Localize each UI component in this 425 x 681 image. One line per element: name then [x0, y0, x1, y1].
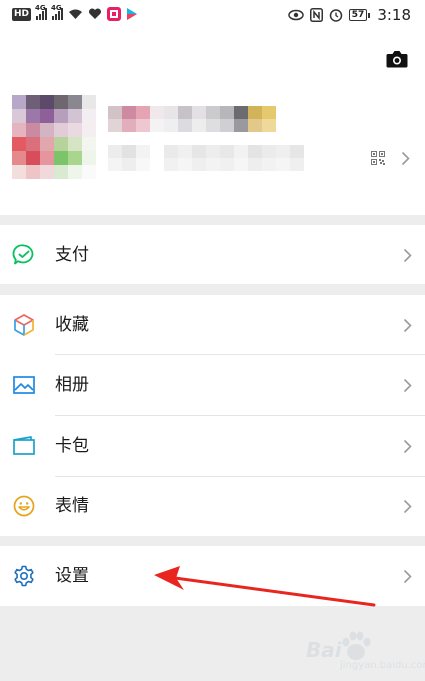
settings-section: 设置: [0, 546, 425, 606]
menu-item-favorites[interactable]: 收藏: [0, 295, 425, 355]
cards-label: 卡包: [55, 436, 89, 456]
signal-icon-2: 4G: [51, 4, 64, 20]
pay-section: 支付: [0, 225, 425, 284]
tools-section: 收藏 相册 卡包 表情: [0, 295, 425, 536]
menu-item-stickers[interactable]: 表情: [0, 476, 425, 536]
network-type-2: 4G: [51, 4, 62, 12]
stickers-label: 表情: [55, 496, 89, 516]
settings-label: 设置: [55, 566, 89, 586]
eye-icon: [288, 9, 304, 21]
menu-item-settings[interactable]: 设置: [0, 546, 425, 606]
app-notification-icon: [107, 7, 122, 21]
menu-item-cards[interactable]: 卡包: [0, 416, 425, 476]
wechat-id-blurred: [108, 145, 304, 158]
camera-icon[interactable]: [386, 50, 408, 68]
chevron-right-icon: [403, 499, 412, 514]
chevron-right-icon: [403, 378, 412, 393]
watermark-sub: jingyan.baidu.com: [340, 660, 425, 671]
chevron-right-icon: [403, 318, 412, 333]
signal-icon: 4G: [35, 4, 48, 20]
watermark-text: Bai: [306, 638, 342, 662]
wechat-id-blurred-row2: [108, 158, 304, 171]
card-wallet-icon: [13, 436, 35, 455]
chevron-right-icon[interactable]: [401, 151, 410, 166]
qr-code-icon[interactable]: [371, 151, 385, 165]
hd-badge: HD: [12, 7, 32, 21]
video-app-icon: [127, 8, 138, 20]
menu-item-pay[interactable]: 支付: [0, 225, 425, 285]
alarm-icon: [329, 9, 343, 22]
favorites-label: 收藏: [55, 315, 89, 335]
nfc-icon: [309, 8, 323, 22]
favorites-cube-icon: [14, 314, 34, 336]
watermark: Bai jingyan.baidu.com: [306, 624, 425, 674]
chevron-right-icon: [403, 439, 412, 454]
chevron-right-icon: [403, 569, 412, 584]
clock-time: 3:18: [377, 6, 411, 24]
menu-item-album[interactable]: 相册: [0, 355, 425, 415]
network-type: 4G: [35, 4, 46, 12]
profile-header[interactable]: [0, 32, 425, 215]
pay-icon: [12, 244, 34, 265]
album-label: 相册: [55, 375, 89, 395]
nickname-blurred: [108, 106, 276, 119]
sticker-smile-icon: [13, 495, 35, 517]
status-bar: HD 4G 4G 57 3:18: [0, 0, 425, 32]
avatar[interactable]: [12, 95, 96, 179]
chevron-right-icon: [403, 248, 412, 263]
battery-icon: 57: [348, 9, 370, 21]
heart-icon: [89, 8, 102, 19]
nickname-blurred-row2: [108, 119, 276, 132]
wifi-icon: [69, 9, 83, 19]
album-icon: [13, 376, 35, 394]
pay-label: 支付: [55, 245, 89, 265]
settings-gear-icon: [14, 565, 34, 587]
